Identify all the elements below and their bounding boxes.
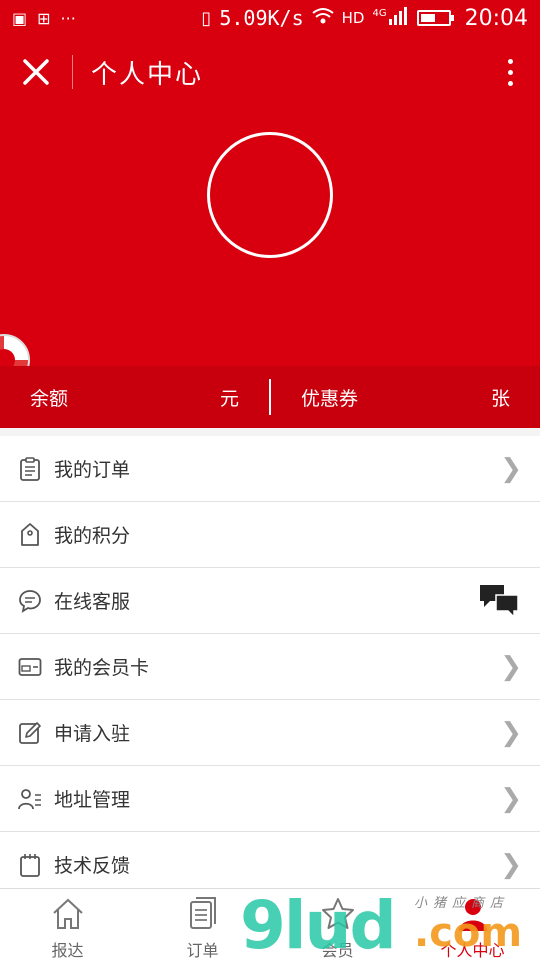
star-icon (320, 897, 356, 931)
customer-service-chat-icon[interactable] (478, 583, 522, 619)
tab-label: 报达 (51, 941, 84, 960)
calendar-icon (18, 853, 42, 877)
card-icon (18, 655, 42, 679)
close-button[interactable] (0, 36, 72, 108)
menu-item-points[interactable]: 我的积分 (0, 502, 540, 568)
title-bar: 个人中心 (0, 36, 540, 108)
app-notification-icon: ⊞ (37, 8, 51, 28)
menu-item-label: 我的积分 (54, 525, 131, 547)
more-options-button[interactable] (480, 36, 540, 108)
tab-home[interactable]: 报达 (0, 889, 135, 960)
network-type: 4G (372, 7, 387, 19)
menu-item-member-card[interactable]: 我的会员卡 ❯ (0, 634, 540, 700)
wifi-icon (312, 7, 334, 30)
menu-item-label: 地址管理 (54, 789, 131, 811)
bottom-tab-bar: 报达 订单 会员 个人中心 (0, 888, 540, 960)
edit-icon (18, 721, 42, 745)
tab-orders[interactable]: 订单 (135, 889, 270, 960)
document-icon (185, 897, 221, 931)
coupon-cell[interactable]: 优惠券 张 (271, 366, 540, 428)
signal-icon (388, 6, 409, 30)
avatar[interactable] (207, 132, 333, 258)
menu-list: 我的订单 ❯ 我的积分 在线客服 我的会员卡 ❯ 申请入驻 ❯ 地址管理 ❯ 技… (0, 436, 540, 898)
chevron-right-icon: ❯ (500, 717, 522, 748)
status-left-icons: ▣ ⊞ ··· (12, 9, 76, 28)
menu-item-label: 在线客服 (54, 591, 131, 613)
menu-item-label: 我的订单 (54, 459, 131, 481)
balance-bar: 余额 元 优惠券 张 (0, 366, 540, 428)
menu-item-label: 我的会员卡 (54, 657, 150, 679)
tab-label: 个人中心 (440, 941, 505, 960)
home-icon (50, 897, 86, 931)
chevron-right-icon: ❯ (500, 453, 522, 484)
net-speed: 5.09K/s (219, 6, 304, 30)
status-bar: ▣ ⊞ ··· ▯ 5.09K/s HD 4G 20:04 (0, 0, 540, 36)
menu-item-label: 技术反馈 (54, 855, 131, 877)
user-icon (455, 897, 491, 931)
coupon-label: 优惠券 (301, 387, 359, 410)
clock: 20:04 (464, 5, 528, 31)
battery-fill (420, 14, 435, 22)
clipboard-icon (18, 456, 42, 481)
menu-item-label: 申请入驻 (54, 723, 131, 745)
chat-bubble-icon (18, 589, 42, 613)
menu-item-online-service[interactable]: 在线客服 (0, 568, 540, 634)
image-notification-icon: ▣ (12, 8, 28, 28)
more-dot-icon (507, 58, 513, 64)
more-dot-icon (507, 69, 513, 75)
battery-icon (416, 10, 454, 26)
chevron-right-icon: ❯ (500, 849, 522, 880)
page-title: 个人中心 (91, 59, 204, 90)
coupon-unit: 张 (490, 387, 510, 410)
balance-cell[interactable]: 余额 元 (0, 366, 269, 428)
balance-unit: 元 (219, 387, 239, 410)
balance-label: 余额 (30, 387, 69, 410)
tab-personal-center[interactable]: 个人中心 (405, 889, 540, 960)
close-icon (23, 59, 49, 85)
chevron-right-icon: ❯ (500, 651, 522, 682)
more-dot-icon (507, 80, 513, 86)
tab-label: 订单 (186, 941, 219, 960)
tab-label: 会员 (321, 941, 354, 960)
menu-item-orders[interactable]: 我的订单 ❯ (0, 436, 540, 502)
title-divider (72, 55, 73, 89)
status-right: ▯ 5.09K/s HD 4G 20:04 (201, 6, 528, 31)
menu-item-apply-join[interactable]: 申请入驻 ❯ (0, 700, 540, 766)
chevron-right-icon: ❯ (500, 783, 522, 814)
menu-item-address[interactable]: 地址管理 ❯ (0, 766, 540, 832)
tab-member[interactable]: 会员 (270, 889, 405, 960)
vibrate-icon: ▯ (201, 7, 212, 29)
hd-label: HD (341, 9, 365, 27)
address-icon (18, 787, 42, 811)
profile-header: 个人中心 余额 元 优惠券 张 (0, 36, 540, 428)
tag-icon (18, 522, 42, 547)
more-notifications-icon: ··· (60, 8, 76, 28)
